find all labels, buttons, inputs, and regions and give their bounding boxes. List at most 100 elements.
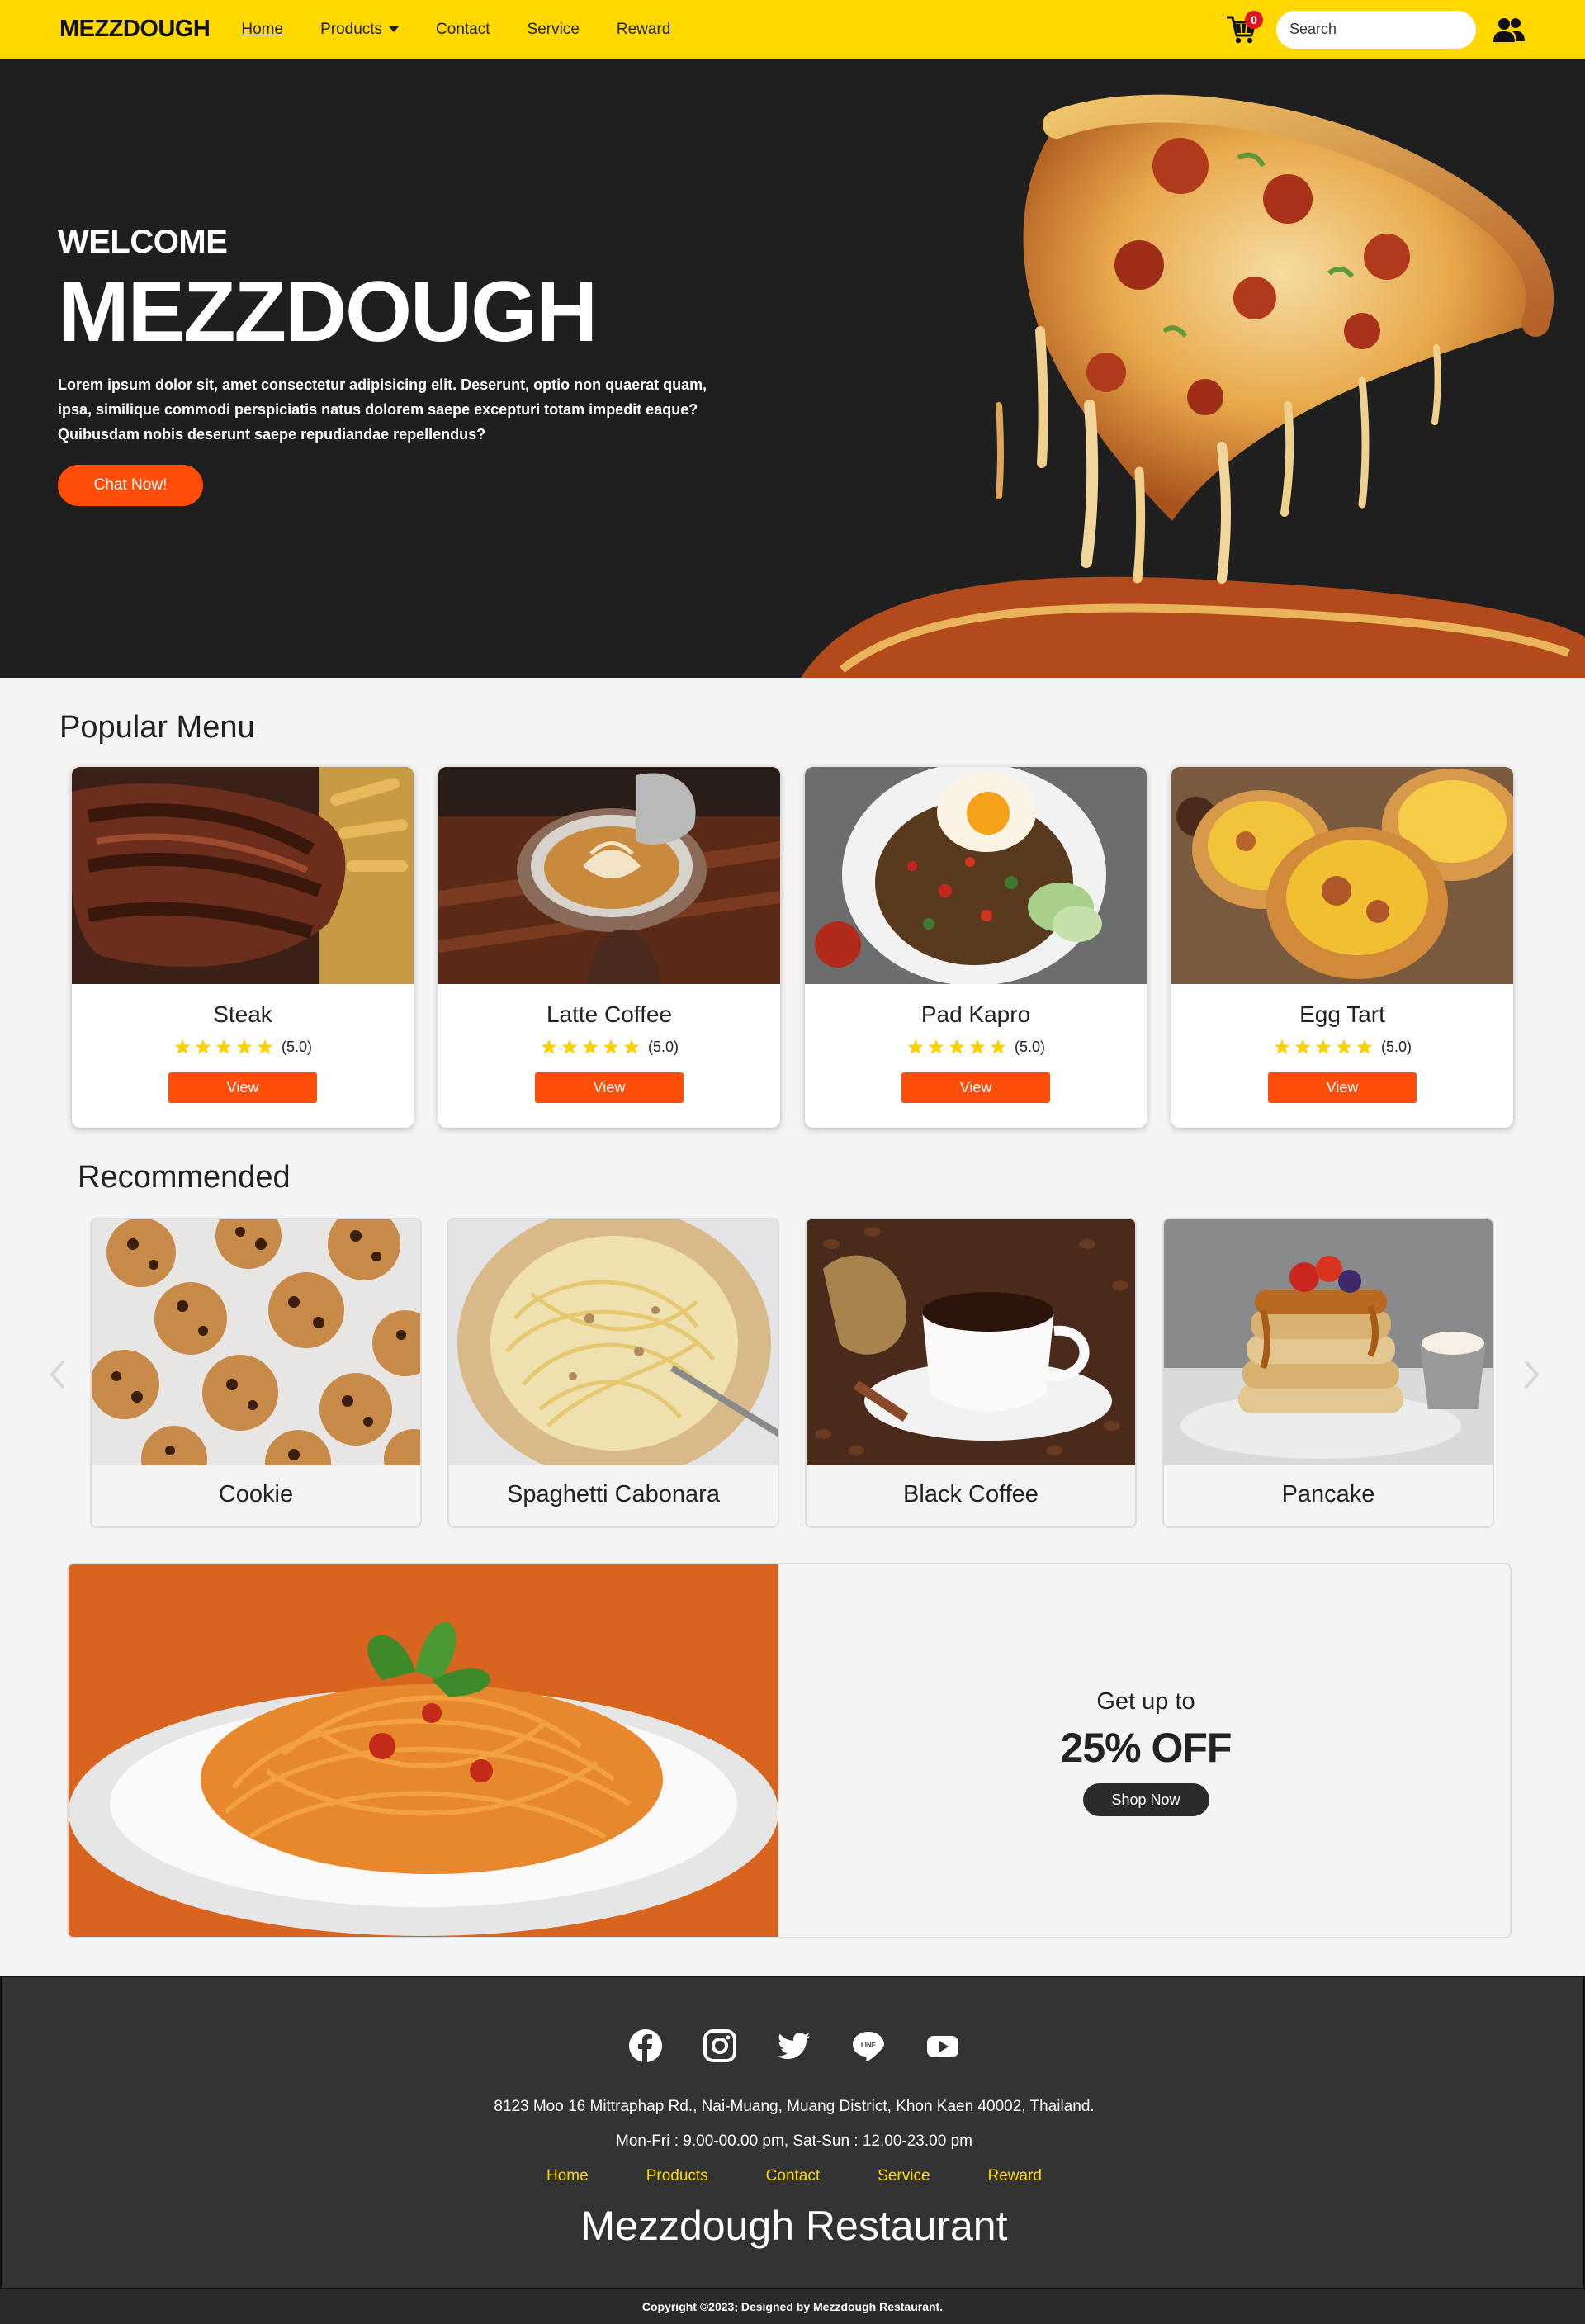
hero-description: Lorem ipsum dolor sit, amet consectetur … xyxy=(58,376,707,443)
copyright: Copyright ©2023; Designed by Mezzdough R… xyxy=(0,2289,1585,2324)
black-coffee-image xyxy=(807,1219,1135,1465)
star-icon xyxy=(257,1039,273,1054)
facebook-icon[interactable] xyxy=(628,2028,663,2063)
footer-link-reward[interactable]: Reward xyxy=(988,2167,1042,2185)
rating: (5.0) xyxy=(805,1038,1147,1056)
cart-button[interactable]: 0 xyxy=(1225,10,1263,45)
nav-link-products[interactable]: Products xyxy=(320,20,400,39)
rating: (5.0) xyxy=(438,1038,780,1056)
menu-card[interactable]: Egg Tart (5.0) View xyxy=(1171,767,1513,1128)
navbar: MEZZDOUGH Home Products Contact Service … xyxy=(0,0,1585,59)
latte-coffee-image xyxy=(438,767,780,984)
menu-card[interactable]: Latte Coffee (5.0) View xyxy=(438,767,780,1128)
menu-card[interactable]: Steak (5.0) View xyxy=(72,767,414,1128)
footer-hours: Mon-Fri : 9.00-00.00 pm, Sat-Sun : 12.00… xyxy=(616,2132,972,2150)
users-icon[interactable] xyxy=(1493,16,1526,44)
star-icon xyxy=(174,1039,191,1054)
hero-title: MEZZDOUGH xyxy=(58,264,598,360)
youtube-icon[interactable] xyxy=(925,2028,960,2063)
promo-subtitle: Get up to xyxy=(1096,1688,1195,1715)
chevron-right-icon[interactable] xyxy=(1519,1358,1544,1391)
star-icon xyxy=(541,1039,557,1054)
nav-link-products-label: Products xyxy=(320,20,383,38)
rating: (5.0) xyxy=(1171,1038,1513,1056)
view-button[interactable]: View xyxy=(1268,1072,1417,1103)
view-button[interactable]: View xyxy=(535,1072,684,1103)
star-icon xyxy=(1356,1039,1373,1054)
nav-links: Home Products Contact Service Reward xyxy=(241,21,707,39)
menu-card[interactable]: Pad Kapro (5.0) View xyxy=(805,767,1147,1128)
nav-link-service[interactable]: Service xyxy=(528,21,580,39)
footer-links: Home Products Contact Service Reward xyxy=(2,2167,1585,2185)
footer-title: Mezzdough Restaurant xyxy=(580,2203,1008,2249)
star-icon xyxy=(1274,1039,1290,1054)
star-icon xyxy=(1294,1039,1311,1054)
star-icon xyxy=(907,1039,924,1054)
spaghetti-image xyxy=(69,1564,778,1937)
footer-link-contact[interactable]: Contact xyxy=(766,2167,820,2185)
star-icon xyxy=(603,1039,619,1054)
recommended-card[interactable]: Pancake xyxy=(1162,1218,1494,1528)
rating-value: (5.0) xyxy=(1014,1038,1045,1055)
search-input[interactable] xyxy=(1276,10,1476,49)
star-icon xyxy=(1315,1039,1332,1054)
chat-now-button[interactable]: Chat Now! xyxy=(58,465,203,507)
hero-text: WELCOME MEZZDOUGH Lorem ipsum dolor sit,… xyxy=(58,224,735,507)
menu-card-name: Pad Kapro xyxy=(920,1001,1031,1027)
social-links: LINE xyxy=(2,2028,1585,2063)
twitter-icon[interactable] xyxy=(777,2028,811,2063)
svg-text:LINE: LINE xyxy=(861,2042,877,2049)
recommended-card-name: Cookie xyxy=(218,1481,294,1508)
spaghetti-carbonara-image xyxy=(449,1219,778,1479)
menu-card-name: Steak xyxy=(213,1001,272,1027)
promo-text: Get up to 25% OFF Shop Now xyxy=(778,1564,1510,1937)
star-icon xyxy=(236,1039,253,1054)
promo-banner: Get up to 25% OFF Shop Now xyxy=(67,1563,1512,1938)
hero-banner: WELCOME MEZZDOUGH Lorem ipsum dolor sit,… xyxy=(0,59,1585,678)
rating: (5.0) xyxy=(72,1038,414,1056)
footer-link-products[interactable]: Products xyxy=(646,2167,708,2185)
nav-right: 0 xyxy=(1225,10,1526,49)
star-icon xyxy=(990,1039,1006,1054)
footer-address: 8123 Moo 16 Mittraphap Rd., Nai-Muang, M… xyxy=(494,2098,1095,2115)
view-button[interactable]: View xyxy=(168,1072,317,1103)
star-icon xyxy=(928,1039,944,1054)
cart-badge: 0 xyxy=(1245,10,1263,29)
view-button[interactable]: View xyxy=(901,1072,1050,1103)
recommended-card-name: Spaghetti Cabonara xyxy=(507,1481,720,1508)
nav-link-contact[interactable]: Contact xyxy=(436,21,490,39)
pancake-image xyxy=(1164,1219,1493,1465)
footer-link-home[interactable]: Home xyxy=(546,2167,589,2185)
line-icon[interactable]: LINE xyxy=(851,2028,886,2063)
nav-link-reward[interactable]: Reward xyxy=(617,21,670,39)
recommended-card[interactable]: Cookie xyxy=(90,1218,422,1528)
footer-link-service[interactable]: Service xyxy=(878,2167,930,2185)
recommended-card-name: Black Coffee xyxy=(903,1481,1039,1508)
star-icon xyxy=(561,1039,578,1054)
star-icon xyxy=(969,1039,986,1054)
rating-value: (5.0) xyxy=(1380,1038,1412,1055)
egg-tart-image xyxy=(1171,767,1513,984)
nav-link-home[interactable]: Home xyxy=(241,21,283,39)
chevron-down-icon xyxy=(389,26,400,32)
menu-card-name: Latte Coffee xyxy=(546,1001,673,1027)
footer: LINE 8123 Moo 16 Mittraphap Rd., Nai-Mua… xyxy=(0,1976,1585,2289)
rating-value: (5.0) xyxy=(647,1038,679,1055)
star-icon xyxy=(623,1039,640,1054)
star-icon xyxy=(949,1039,965,1054)
recommended-card[interactable]: Spaghetti Cabonara xyxy=(447,1218,779,1528)
recommended-title: Recommended xyxy=(78,1160,291,1195)
shop-now-button[interactable]: Shop Now xyxy=(1082,1783,1209,1816)
recommended-card[interactable]: Black Coffee xyxy=(805,1218,1137,1528)
star-icon xyxy=(1336,1039,1352,1054)
chevron-left-icon[interactable] xyxy=(45,1358,70,1391)
rating-value: (5.0) xyxy=(281,1038,312,1055)
steak-image xyxy=(72,767,414,984)
menu-card-name: Egg Tart xyxy=(1299,1001,1385,1027)
brand-logo[interactable]: MEZZDOUGH xyxy=(59,16,211,43)
cookie-image xyxy=(92,1219,420,1496)
instagram-icon[interactable] xyxy=(703,2028,737,2063)
popular-menu-title: Popular Menu xyxy=(59,710,255,745)
star-icon xyxy=(195,1039,211,1054)
star-icon xyxy=(215,1039,232,1054)
